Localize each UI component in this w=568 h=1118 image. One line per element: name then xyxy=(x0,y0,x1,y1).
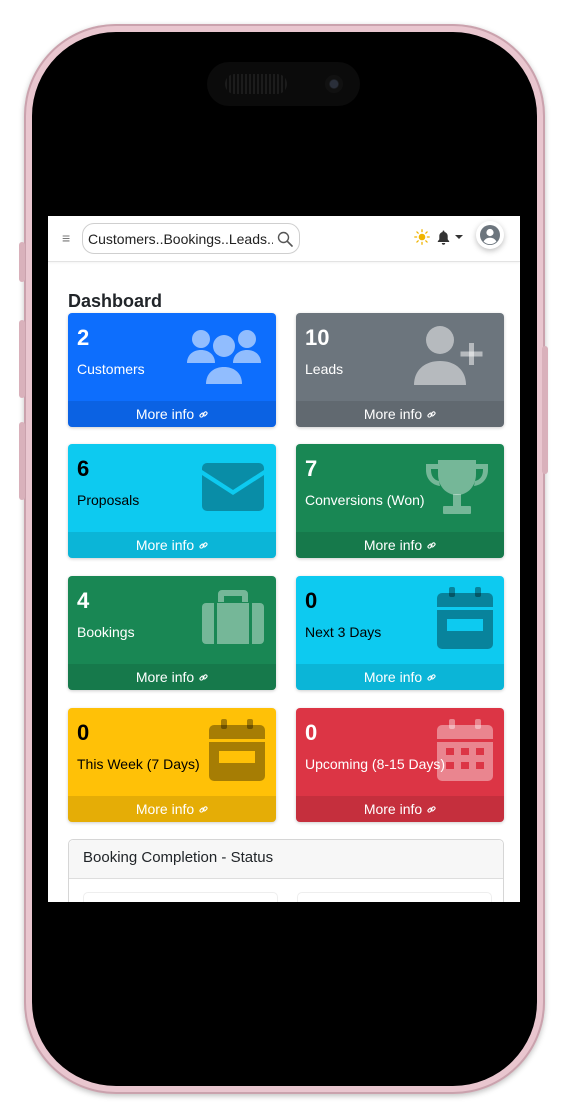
card-bookings[interactable]: 4 Bookings More info xyxy=(68,576,276,690)
user-circle-icon xyxy=(480,225,500,245)
card-count: 0 xyxy=(77,720,90,745)
card-label: Leads xyxy=(305,361,344,377)
calendar-week-icon xyxy=(209,719,265,781)
more-info-link[interactable]: More info xyxy=(68,796,276,822)
more-info-link[interactable]: More info xyxy=(68,664,276,690)
trophy-icon xyxy=(426,460,488,514)
users-icon xyxy=(187,330,261,384)
link-icon xyxy=(199,542,208,549)
front-camera xyxy=(325,75,343,93)
card-count: 10 xyxy=(305,325,330,350)
more-info-label: More info xyxy=(135,669,195,685)
status-panel-right xyxy=(297,892,492,902)
more-info-link[interactable]: More info xyxy=(296,532,504,558)
side-button-action xyxy=(19,242,25,282)
card-count: 2 xyxy=(77,325,90,350)
card-proposals[interactable]: 6 Proposals More info xyxy=(68,444,276,558)
card-label: Proposals xyxy=(77,492,140,508)
side-button-volume-up xyxy=(19,320,25,398)
search-box[interactable] xyxy=(82,223,300,254)
card-conversions[interactable]: 7 Conversions (Won) More info xyxy=(296,444,504,558)
more-info-label: More info xyxy=(135,801,195,817)
more-info-link[interactable]: More info xyxy=(68,532,276,558)
card-next-3-days[interactable]: 0 Next 3 Days More info xyxy=(296,576,504,690)
suitcase-icon xyxy=(202,590,264,644)
notifications-dropdown-caret-icon[interactable] xyxy=(455,235,463,239)
dynamic-island xyxy=(207,62,360,106)
more-info-link[interactable]: More info xyxy=(296,796,504,822)
app-screen: ≡ Customers..Bookings..Leads.. Dashboard… xyxy=(48,216,520,902)
booking-status-title: Booking Completion - Status xyxy=(69,840,503,879)
card-label: Customers xyxy=(77,361,145,377)
notifications-bell-icon[interactable] xyxy=(437,230,450,245)
more-info-label: More info xyxy=(363,406,423,422)
card-this-week[interactable]: 0 This Week (7 Days) More info xyxy=(68,708,276,822)
link-icon xyxy=(199,411,208,418)
link-icon xyxy=(427,542,436,549)
link-icon xyxy=(427,806,436,813)
link-icon xyxy=(427,411,436,418)
speaker-grille xyxy=(225,74,287,94)
card-count: 7 xyxy=(305,456,318,481)
card-label: Next 3 Days xyxy=(305,624,382,640)
card-label: This Week (7 Days) xyxy=(77,756,200,772)
envelope-icon xyxy=(202,463,264,511)
card-label: Conversions (Won) xyxy=(305,492,425,508)
search-input[interactable] xyxy=(88,229,273,249)
link-icon xyxy=(199,674,208,681)
more-info-label: More info xyxy=(363,669,423,685)
user-plus-icon xyxy=(414,326,483,385)
top-navbar: ≡ xyxy=(48,216,520,262)
search-icon[interactable] xyxy=(277,231,293,247)
theme-toggle-sun-icon[interactable] xyxy=(414,229,430,245)
side-button-volume-down xyxy=(19,422,25,500)
page-title: Dashboard xyxy=(68,291,163,311)
more-info-label: More info xyxy=(135,537,195,553)
link-icon xyxy=(199,806,208,813)
card-leads[interactable]: 10 Leads More info xyxy=(296,313,504,427)
card-count: 0 xyxy=(305,588,318,613)
card-upcoming[interactable]: 0 Upcoming (8-15 Days) More info xyxy=(296,708,504,822)
card-count: 0 xyxy=(305,720,318,745)
card-count: 4 xyxy=(77,588,90,613)
more-info-label: More info xyxy=(363,801,423,817)
more-info-link[interactable]: More info xyxy=(68,401,276,427)
link-icon xyxy=(427,674,436,681)
status-panel-left xyxy=(83,892,278,902)
card-count: 6 xyxy=(77,456,90,481)
card-label: Bookings xyxy=(77,624,135,640)
more-info-link[interactable]: More info xyxy=(296,401,504,427)
more-info-link[interactable]: More info xyxy=(296,664,504,690)
booking-status-card: Booking Completion - Status xyxy=(68,839,504,902)
user-avatar[interactable] xyxy=(476,221,504,249)
hamburger-menu-icon[interactable]: ≡ xyxy=(62,230,70,246)
more-info-label: More info xyxy=(135,406,195,422)
calendar-icon xyxy=(437,587,493,649)
calendar-grid-icon xyxy=(437,719,493,781)
card-label: Upcoming (8-15 Days) xyxy=(305,756,446,772)
card-customers[interactable]: 2 Customers More info xyxy=(68,313,276,427)
side-button-power xyxy=(542,346,548,474)
more-info-label: More info xyxy=(363,537,423,553)
